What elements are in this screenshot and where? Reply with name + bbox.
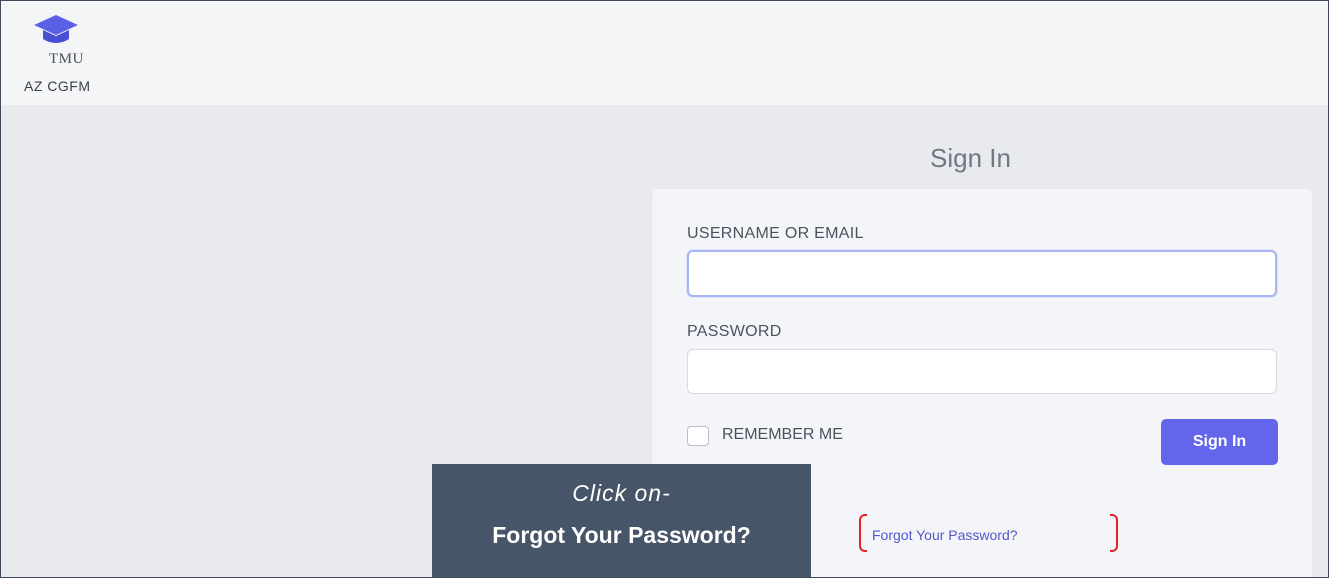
- remember-me-label[interactable]: REMEMBER ME: [722, 426, 843, 444]
- top-bar: TMU AZ CGFM: [1, 1, 1328, 105]
- callout-line-2: Forgot Your Password?: [492, 522, 751, 548]
- logo[interactable]: TMU AZ CGFM: [23, 13, 123, 94]
- callout-line-1: Click on-: [572, 480, 671, 506]
- page-title: Sign In: [930, 143, 1011, 173]
- remember-me-checkbox[interactable]: [687, 426, 709, 446]
- sign-in-button[interactable]: Sign In: [1161, 419, 1278, 465]
- forgot-password-link[interactable]: Forgot Your Password?: [872, 527, 1018, 543]
- instruction-callout: Click on- Forgot Your Password?: [432, 464, 811, 577]
- username-input[interactable]: [687, 250, 1277, 297]
- highlight-bracket-right: [1110, 514, 1118, 552]
- username-label: USERNAME OR EMAIL: [687, 225, 864, 242]
- org-name: AZ CGFM: [24, 78, 91, 94]
- page-frame: TMU AZ CGFM Sign In USERNAME OR EMAIL PA…: [0, 0, 1329, 578]
- logo-text: TMU: [49, 51, 84, 67]
- password-label: PASSWORD: [687, 323, 782, 340]
- graduation-cap-icon: [34, 15, 78, 43]
- highlight-bracket-left: [859, 514, 867, 552]
- password-input[interactable]: [687, 349, 1277, 394]
